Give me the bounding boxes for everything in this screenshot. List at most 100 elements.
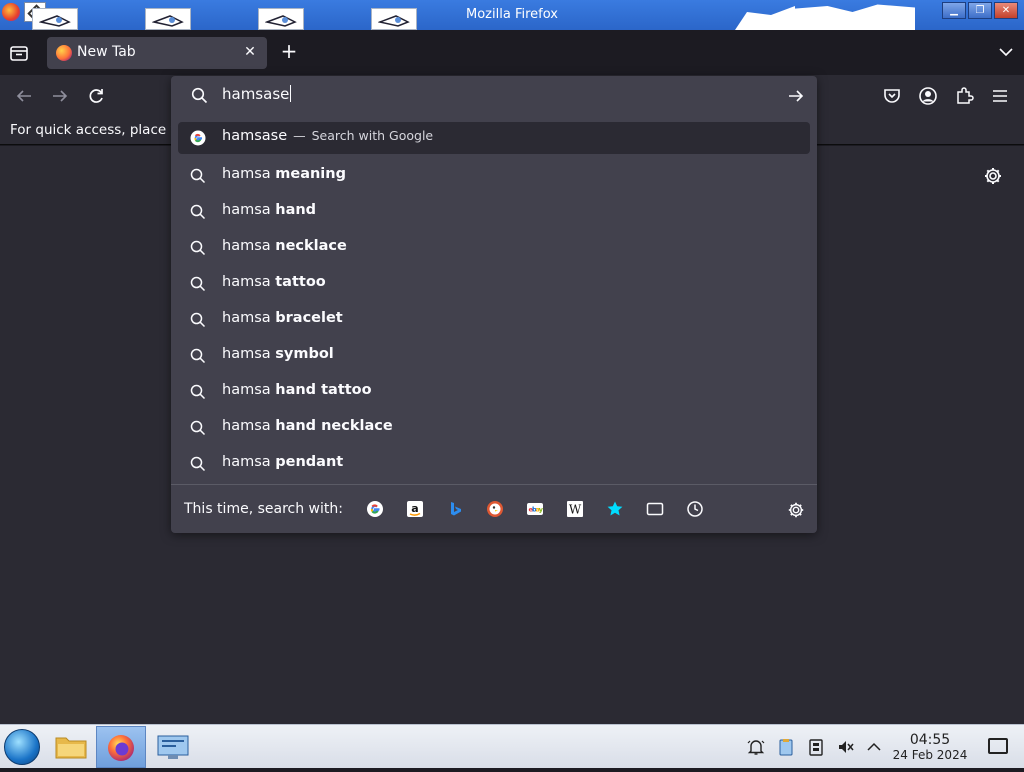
tab-title: New Tab bbox=[77, 44, 136, 60]
account-icon[interactable] bbox=[918, 86, 938, 106]
firefox-view-icon[interactable] bbox=[8, 42, 30, 64]
urlbar-result-row[interactable]: hamsa necklace bbox=[178, 230, 810, 266]
network-computer-icon bbox=[157, 735, 189, 759]
search-icon bbox=[191, 87, 208, 104]
search-settings-gear-icon[interactable] bbox=[787, 501, 805, 519]
pocket-icon[interactable] bbox=[882, 86, 902, 106]
chevron-down-icon[interactable] bbox=[998, 44, 1014, 60]
svg-text:y: y bbox=[539, 506, 544, 514]
result-prefix: hamsa bbox=[222, 382, 276, 398]
amazon-icon[interactable]: a bbox=[406, 500, 424, 518]
result-prefix: hamsase bbox=[222, 128, 288, 144]
network-taskbar-item[interactable] bbox=[148, 726, 198, 768]
search-icon bbox=[190, 348, 206, 364]
show-desktop-icon[interactable] bbox=[988, 738, 1008, 754]
menu-icon[interactable] bbox=[990, 86, 1010, 106]
back-icon[interactable] bbox=[14, 86, 34, 106]
history-icon[interactable] bbox=[686, 500, 704, 518]
chevron-up-icon[interactable] bbox=[865, 738, 883, 756]
clipboard-tray-icon[interactable] bbox=[777, 738, 795, 756]
urlbar-result-row[interactable]: hamsa symbol bbox=[178, 338, 810, 374]
result-prefix: hamsa bbox=[222, 310, 276, 326]
google-icon[interactable] bbox=[366, 500, 384, 518]
gear-icon[interactable] bbox=[983, 166, 1003, 186]
result-text: hamsase — Search with Google bbox=[222, 128, 433, 144]
result-suggestion: pendant bbox=[275, 454, 344, 470]
search-icon bbox=[190, 456, 206, 472]
clock-time[interactable]: 04:55 bbox=[895, 732, 965, 748]
urlbar-result-row[interactable]: hamsa meaning bbox=[178, 158, 810, 194]
search-icon bbox=[190, 204, 206, 220]
urlbar-input-row[interactable]: hamsase bbox=[171, 76, 817, 116]
result-suggestion: symbol bbox=[275, 346, 334, 362]
ebay-icon[interactable]: e b a y bbox=[526, 500, 544, 518]
tab-new-tab[interactable]: New Tab ✕ bbox=[47, 37, 267, 69]
result-action: Search with Google bbox=[311, 128, 434, 143]
urlbar-result-row[interactable]: hamsa bracelet bbox=[178, 302, 810, 338]
tab-strip: New Tab ✕ + bbox=[0, 30, 1024, 75]
svg-text:a: a bbox=[411, 502, 418, 515]
result-prefix: hamsa bbox=[222, 238, 276, 254]
firefox-icon bbox=[108, 735, 134, 761]
close-button[interactable]: ✕ bbox=[994, 2, 1018, 19]
storage-device-icon[interactable] bbox=[807, 738, 825, 756]
taskbar: 04:55 24 Feb 2024 bbox=[0, 724, 1024, 768]
urlbar-results: hamsase — Search with Google hamsa meaning h… bbox=[178, 122, 810, 482]
text-caret bbox=[290, 85, 292, 102]
reload-icon[interactable] bbox=[86, 86, 106, 106]
result-text: hamsa meaning bbox=[222, 166, 346, 182]
result-suggestion: hand bbox=[275, 202, 317, 218]
file-manager-taskbar-item[interactable] bbox=[46, 726, 96, 768]
result-suggestion: necklace bbox=[275, 238, 347, 254]
urlbar-result-row[interactable]: hamsa tattoo bbox=[178, 266, 810, 302]
result-prefix: hamsa bbox=[222, 274, 276, 290]
result-text: hamsa hand bbox=[222, 202, 316, 218]
one-off-search-row: This time, search with: a e b a y W bbox=[171, 484, 817, 533]
duckduckgo-icon[interactable] bbox=[486, 500, 504, 518]
urlbar-result-row[interactable]: hamsa hand bbox=[178, 194, 810, 230]
result-suggestion: tattoo bbox=[275, 274, 326, 290]
urlbar-result-row[interactable]: hamsa hand necklace bbox=[178, 410, 810, 446]
bookmarks-star-icon[interactable] bbox=[606, 500, 624, 518]
result-text: hamsa pendant bbox=[222, 454, 343, 470]
maximize-button[interactable]: ❐ bbox=[968, 2, 992, 19]
new-tab-button[interactable]: + bbox=[278, 41, 300, 63]
urlbar-popup: hamsase hamsase — Search with Google hamsa … bbox=[171, 76, 817, 533]
tabs-icon[interactable] bbox=[646, 500, 664, 518]
bing-icon[interactable] bbox=[446, 500, 464, 518]
urlbar-input-value: hamsase bbox=[222, 85, 290, 103]
result-suggestion: hand necklace bbox=[275, 418, 393, 434]
minimize-button[interactable]: ▁ bbox=[942, 2, 966, 19]
folder-icon bbox=[55, 737, 87, 759]
go-arrow-icon[interactable] bbox=[787, 87, 805, 105]
result-suggestion: meaning bbox=[275, 166, 346, 182]
urlbar-input[interactable]: hamsase bbox=[222, 85, 292, 103]
result-text: hamsa tattoo bbox=[222, 274, 326, 290]
result-suggestion: hand tattoo bbox=[275, 382, 372, 398]
result-prefix: hamsa bbox=[222, 418, 276, 434]
urlbar-result-row[interactable]: hamsase — Search with Google bbox=[178, 122, 810, 154]
result-text: hamsa symbol bbox=[222, 346, 334, 362]
svg-text:W: W bbox=[569, 503, 582, 517]
forward-icon[interactable] bbox=[50, 86, 70, 106]
clock-date[interactable]: 24 Feb 2024 bbox=[885, 748, 975, 762]
volume-muted-icon[interactable] bbox=[837, 738, 855, 756]
wikipedia-icon[interactable]: W bbox=[566, 500, 584, 518]
start-menu-button[interactable] bbox=[4, 729, 40, 765]
search-icon bbox=[190, 384, 206, 400]
notification-bell-icon[interactable] bbox=[747, 738, 765, 756]
urlbar-result-row[interactable]: hamsa hand tattoo bbox=[178, 374, 810, 410]
close-tab-icon[interactable]: ✕ bbox=[243, 45, 257, 59]
result-prefix: hamsa bbox=[222, 202, 276, 218]
result-prefix: hamsa bbox=[222, 166, 276, 182]
firefox-icon bbox=[56, 45, 72, 61]
result-text: hamsa hand necklace bbox=[222, 418, 393, 434]
window-controls: ▁ ❐ ✕ bbox=[942, 2, 1018, 19]
search-icon bbox=[190, 276, 206, 292]
result-text: hamsa necklace bbox=[222, 238, 347, 254]
firefox-taskbar-item[interactable] bbox=[96, 726, 146, 768]
extensions-icon[interactable] bbox=[954, 86, 974, 106]
bookmarks-hint-text: For quick access, place y bbox=[10, 122, 179, 138]
urlbar-result-row[interactable]: hamsa pendant bbox=[178, 446, 810, 482]
window-titlebar[interactable]: Mozilla Firefox ▁ ❐ ✕ bbox=[0, 0, 1024, 30]
